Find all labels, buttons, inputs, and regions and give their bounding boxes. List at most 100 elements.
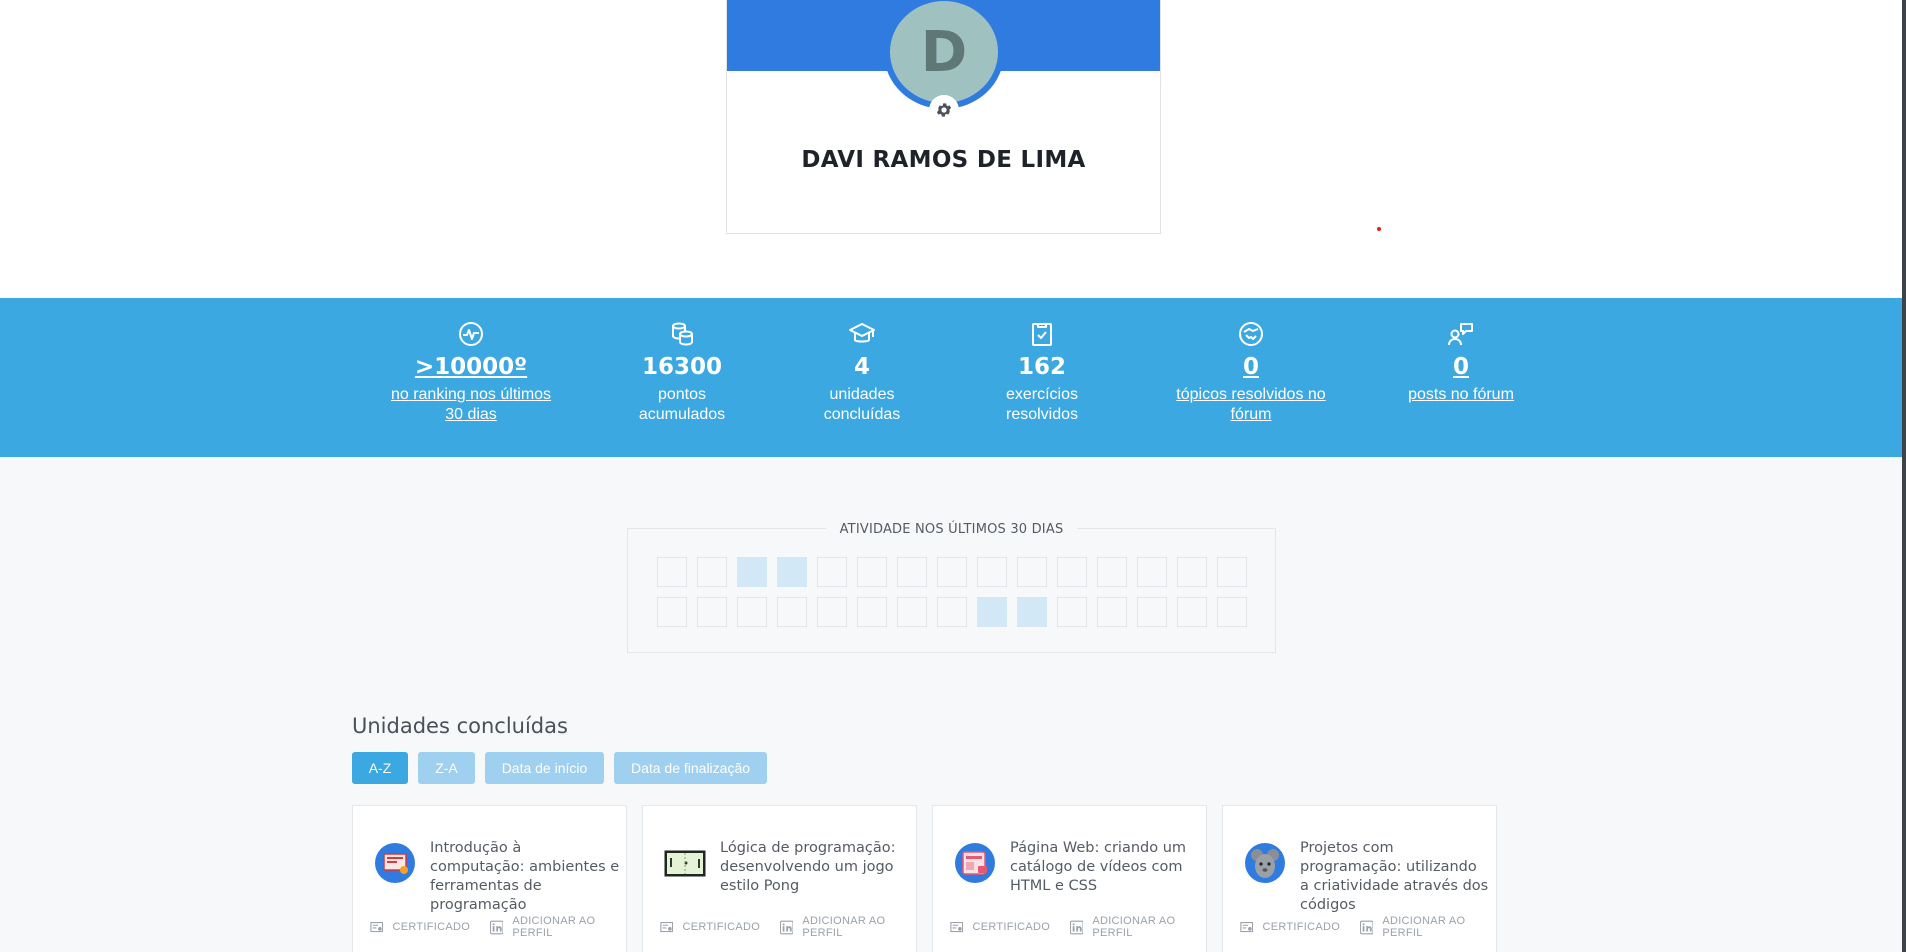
stat-label: posts no fórum xyxy=(1408,386,1514,403)
activity-day-cell xyxy=(977,557,1007,587)
activity-day-cell xyxy=(857,597,887,627)
sort-az-button[interactable]: A-Z xyxy=(352,752,408,784)
certificate-icon xyxy=(370,921,384,932)
activity-day-cell xyxy=(1177,557,1207,587)
certificate-link[interactable]: CERTIFICADO xyxy=(972,921,1050,933)
profile-card: D DAVI RAMOS DE LIMA xyxy=(726,0,1161,234)
activity-day-cell xyxy=(657,557,687,587)
coins-icon xyxy=(672,322,693,346)
stat-exercises: 162 exercícios resolvidos xyxy=(957,320,1127,425)
unit-card[interactable]: Projetos com programação: utilizando a c… xyxy=(1222,805,1497,952)
stat-value: 4 xyxy=(853,354,870,380)
activity-day-cell xyxy=(937,557,967,587)
linkedin-icon xyxy=(489,920,504,934)
unit-title: Página Web: criando um catálogo de vídeo… xyxy=(1010,840,1187,894)
add-to-profile-link[interactable]: ADICIONAR AO PERFIL xyxy=(1382,915,1496,939)
graduation-cap-icon xyxy=(849,323,875,343)
main-content: ATIVIDADE NOS ÚLTIMOS 30 DIAS Unidades c… xyxy=(0,457,1902,952)
activity-day-cell xyxy=(1217,557,1247,587)
activity-day-cell xyxy=(977,597,1007,627)
activity-day-cell xyxy=(1057,557,1087,587)
unit-card[interactable]: Página Web: criando um catálogo de vídeo… xyxy=(932,805,1207,952)
stat-points: 16300 pontos acumulados xyxy=(597,320,767,425)
add-to-profile-link[interactable]: ADICIONAR AO PERFIL xyxy=(802,915,916,939)
pong-game-icon xyxy=(664,850,706,877)
stat-forum-topics[interactable]: 0 tópicos resolvidos no fórum xyxy=(1166,320,1336,425)
linkedin-icon xyxy=(1069,920,1084,934)
clipboard-check-icon xyxy=(1032,323,1052,346)
unit-actions: CERTIFICADO ADICIONAR AO PERFIL xyxy=(660,915,916,939)
activity-pulse-icon xyxy=(459,322,483,346)
activity-day-cell xyxy=(1017,597,1047,627)
activity-day-cell xyxy=(697,597,727,627)
activity-day-cell xyxy=(1137,597,1167,627)
window-edge xyxy=(1902,0,1906,952)
activity-day-cell xyxy=(737,557,767,587)
certificate-icon xyxy=(660,921,674,932)
certificate-icon xyxy=(1240,921,1254,932)
stat-value: 0 xyxy=(1242,354,1259,380)
unit-title: Introdução à computação: ambientes e fer… xyxy=(430,840,620,913)
activity-day-cell xyxy=(1217,597,1247,627)
computer-tools-icon xyxy=(375,843,415,883)
stat-value: 16300 xyxy=(641,354,723,380)
unit-title: Projetos com programação: utilizando a c… xyxy=(1300,840,1489,913)
section-title: Unidades concluídas xyxy=(352,714,568,738)
sort-end-date-button[interactable]: Data de finalização xyxy=(614,752,767,784)
activity-day-cell xyxy=(737,597,767,627)
stats-band: >10000º no ranking nos últimos 30 dias 1… xyxy=(0,298,1902,457)
stat-value: 162 xyxy=(1017,354,1066,380)
profile-header: D DAVI RAMOS DE LIMA xyxy=(0,0,1906,298)
activity-day-cell xyxy=(857,557,887,587)
user-message-icon xyxy=(1448,323,1473,346)
activity-day-cell xyxy=(777,557,807,587)
settings-button[interactable] xyxy=(929,95,959,125)
activity-day-cell xyxy=(897,597,927,627)
activity-day-cell xyxy=(657,597,687,627)
stat-label: unidades concluídas xyxy=(823,386,901,423)
activity-title: ATIVIDADE NOS ÚLTIMOS 30 DIAS xyxy=(825,522,1078,537)
linkedin-icon xyxy=(779,920,794,934)
marker-dot xyxy=(1377,227,1381,231)
activity-day-cell xyxy=(817,597,847,627)
add-to-profile-link[interactable]: ADICIONAR AO PERFIL xyxy=(512,915,626,939)
stat-label: exercícios resolvidos xyxy=(1005,386,1079,423)
certificate-icon xyxy=(950,921,964,932)
unit-actions: CERTIFICADO ADICIONAR AO PERFIL xyxy=(370,915,626,939)
activity-title-wrap: ATIVIDADE NOS ÚLTIMOS 30 DIAS xyxy=(628,520,1275,538)
avatar-initial: D xyxy=(920,19,968,85)
mouse-mascot-icon xyxy=(1245,843,1285,883)
activity-panel: ATIVIDADE NOS ÚLTIMOS 30 DIAS xyxy=(627,522,1276,653)
handshake-icon xyxy=(1239,322,1263,346)
add-to-profile-link[interactable]: ADICIONAR AO PERFIL xyxy=(1092,915,1206,939)
unit-title: Lógica de programação: desenvolvendo um … xyxy=(720,840,896,894)
profile-name: DAVI RAMOS DE LIMA xyxy=(801,147,1086,173)
stat-value: 0 xyxy=(1452,354,1469,380)
stat-value: >10000º xyxy=(414,354,528,380)
activity-day-cell xyxy=(1137,557,1167,587)
activity-day-cell xyxy=(1097,557,1127,587)
activity-day-cell xyxy=(1057,597,1087,627)
sort-za-button[interactable]: Z-A xyxy=(418,752,475,784)
unit-card[interactable]: Lógica de programação: desenvolvendo um … xyxy=(642,805,917,952)
certificate-link[interactable]: CERTIFICADO xyxy=(682,921,760,933)
unit-actions: CERTIFICADO ADICIONAR AO PERFIL xyxy=(950,915,1206,939)
certificate-link[interactable]: CERTIFICADO xyxy=(392,921,470,933)
linkedin-icon xyxy=(1359,920,1374,934)
unit-actions: CERTIFICADO ADICIONAR AO PERFIL xyxy=(1240,915,1496,939)
activity-day-cell xyxy=(897,557,927,587)
stat-forum-posts[interactable]: 0 posts no fórum xyxy=(1376,320,1546,405)
stat-units: 4 unidades concluídas xyxy=(777,320,947,425)
unit-card[interactable]: Introdução à computação: ambientes e fer… xyxy=(352,805,627,952)
stat-label: pontos acumulados xyxy=(638,386,726,423)
certificate-link[interactable]: CERTIFICADO xyxy=(1262,921,1340,933)
activity-day-cell xyxy=(1017,557,1047,587)
activity-day-cell xyxy=(1097,597,1127,627)
sort-start-date-button[interactable]: Data de início xyxy=(485,752,604,784)
stat-ranking[interactable]: >10000º no ranking nos últimos 30 dias xyxy=(386,320,556,425)
activity-day-cell xyxy=(937,597,967,627)
avatar[interactable]: D xyxy=(890,1,998,103)
activity-day-cell xyxy=(817,557,847,587)
web-page-icon xyxy=(955,843,995,883)
stat-label: tópicos resolvidos no fórum xyxy=(1176,386,1326,423)
